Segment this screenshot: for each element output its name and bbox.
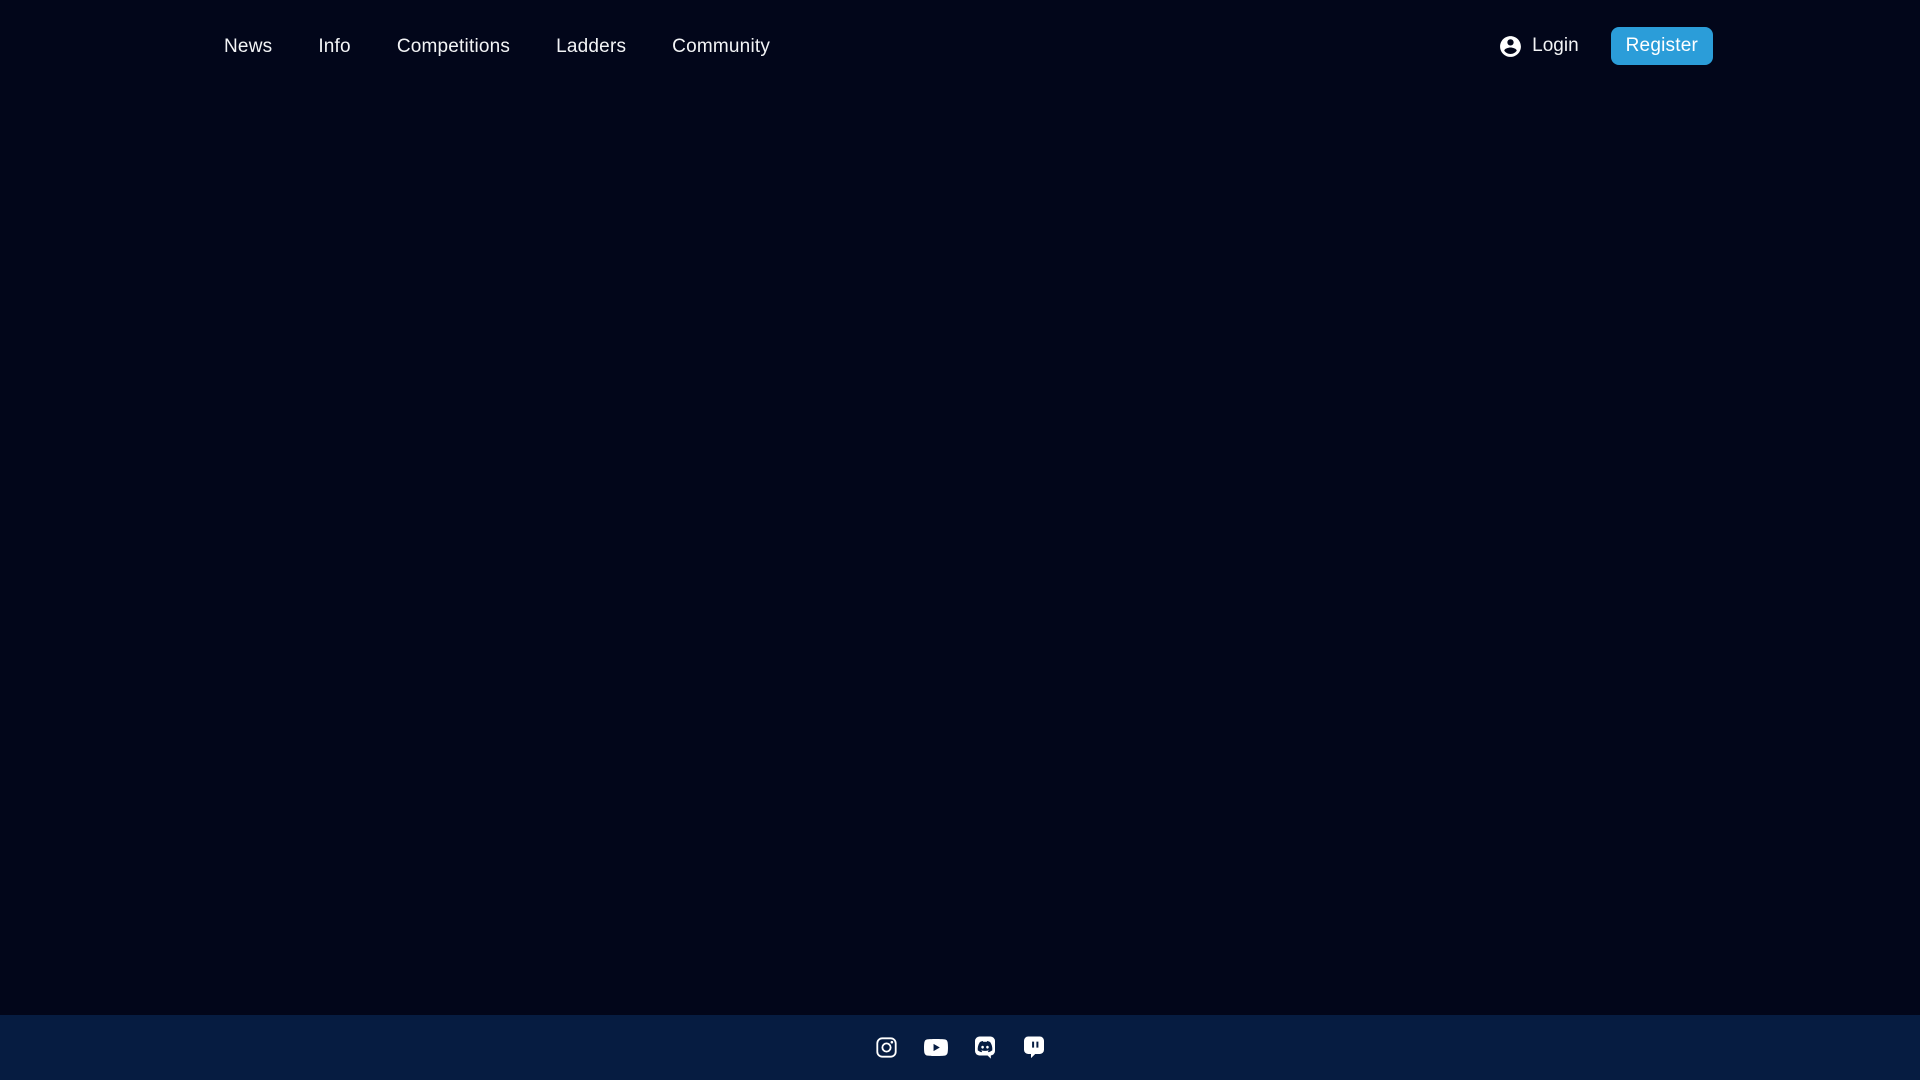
instagram-icon	[876, 1037, 897, 1058]
login-label: Login	[1532, 35, 1579, 56]
social-link-instagram[interactable]	[875, 1035, 899, 1061]
discord-icon	[974, 1036, 995, 1059]
nav-item-competitions[interactable]: Competitions	[397, 37, 510, 56]
register-button[interactable]: Register	[1610, 27, 1713, 65]
main-nav: News Info Competitions Ladders Community	[224, 37, 770, 56]
nav-item-info[interactable]: Info	[318, 37, 351, 56]
nav-item-news[interactable]: News	[224, 37, 272, 56]
social-link-twitch[interactable]	[1022, 1035, 1046, 1061]
site-header: News Info Competitions Ladders Community…	[0, 0, 1920, 92]
twitch-icon	[1023, 1036, 1044, 1058]
login-link[interactable]: Login	[1498, 34, 1579, 59]
auth-area: Login Register	[1498, 27, 1713, 65]
main-content	[0, 92, 1920, 1015]
account-circle-icon	[1498, 34, 1523, 59]
nav-item-community[interactable]: Community	[672, 37, 770, 56]
site-footer	[0, 1015, 1920, 1080]
social-link-youtube[interactable]	[923, 1035, 948, 1061]
youtube-icon	[923, 1039, 948, 1056]
nav-item-ladders[interactable]: Ladders	[556, 37, 626, 56]
social-link-discord[interactable]	[973, 1035, 997, 1061]
